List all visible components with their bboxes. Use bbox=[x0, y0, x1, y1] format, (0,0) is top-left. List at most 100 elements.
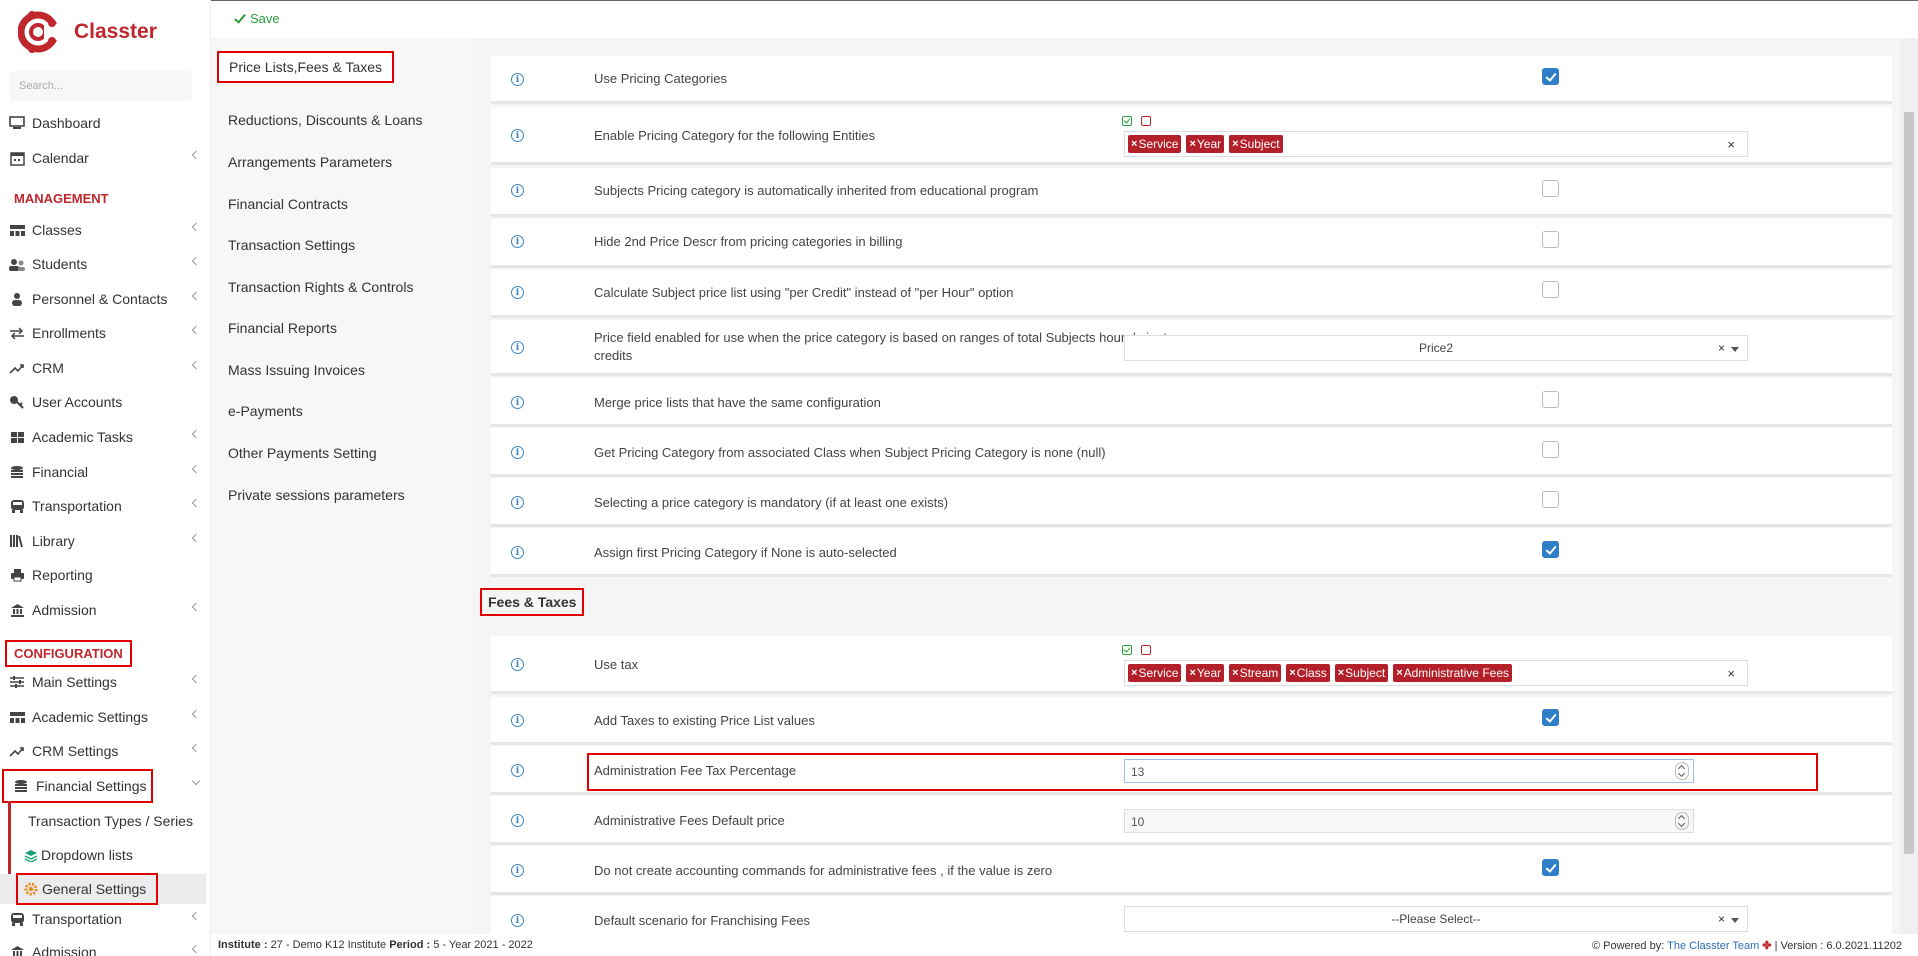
select-all-icon[interactable] bbox=[1122, 116, 1132, 126]
menu-item-mass-invoices[interactable]: Mass Issuing Invoices bbox=[228, 362, 365, 378]
search-box[interactable] bbox=[10, 71, 192, 101]
sidebar-item-library[interactable]: Library bbox=[0, 526, 210, 556]
scrollbar-thumb[interactable] bbox=[1904, 112, 1914, 854]
info-icon[interactable]: i bbox=[511, 714, 524, 727]
sidebar-item-crm-settings[interactable]: CRM Settings bbox=[0, 736, 210, 766]
sidebar-item-calendar[interactable]: Calendar bbox=[0, 143, 210, 173]
use-pricing-categories-checkbox[interactable] bbox=[1542, 68, 1559, 85]
info-icon[interactable]: i bbox=[511, 73, 524, 86]
use-tax-multiselect[interactable]: × Service × Year × Stream × Class × Subject ×… bbox=[1124, 660, 1748, 686]
sidebar-subitem-dropdown-lists[interactable]: Dropdown lists bbox=[0, 840, 206, 870]
get-from-class-checkbox[interactable] bbox=[1542, 441, 1559, 458]
info-icon[interactable]: i bbox=[511, 129, 524, 142]
admin-fee-default-input[interactable]: 10 bbox=[1124, 809, 1694, 833]
setting-row: i Price field enabled for use when the p… bbox=[491, 320, 1892, 376]
franchising-scenario-select[interactable]: --Please Select-- × bbox=[1124, 906, 1748, 932]
sidebar-item-main-settings[interactable]: Main Settings bbox=[0, 667, 210, 697]
info-icon[interactable]: i bbox=[511, 235, 524, 248]
sidebar-item-crm[interactable]: CRM bbox=[0, 353, 210, 383]
merge-price-lists-checkbox[interactable] bbox=[1542, 391, 1559, 408]
select-all-icon[interactable] bbox=[1122, 645, 1132, 655]
info-icon[interactable]: i bbox=[511, 658, 524, 671]
sidebar-item-user-accounts[interactable]: User Accounts bbox=[0, 387, 210, 417]
add-taxes-checkbox[interactable] bbox=[1542, 709, 1559, 726]
stepper-icon[interactable] bbox=[1675, 762, 1689, 780]
chevron-left-icon bbox=[191, 429, 201, 439]
tag-administrative-fees[interactable]: × Administrative Fees bbox=[1393, 664, 1512, 682]
sidebar-item-financial-settings[interactable]: Financial Settings bbox=[0, 769, 210, 803]
tag-class[interactable]: × Class bbox=[1286, 664, 1330, 682]
info-icon[interactable]: i bbox=[511, 914, 524, 927]
pricing-entities-multiselect[interactable]: × Service × Year × Subject × bbox=[1124, 131, 1748, 157]
deselect-all-icon[interactable] bbox=[1141, 645, 1151, 655]
info-icon[interactable]: i bbox=[511, 864, 524, 877]
sidebar-item-classes[interactable]: Classes bbox=[0, 215, 210, 245]
sidebar-item-label: Financial Settings bbox=[36, 778, 147, 794]
tag-service[interactable]: × Service bbox=[1128, 135, 1182, 153]
sidebar-item-academic-settings[interactable]: Academic Settings bbox=[0, 702, 210, 732]
sidebar-subitem-transaction-types[interactable]: Transaction Types / Series bbox=[0, 806, 206, 836]
info-icon[interactable]: i bbox=[511, 446, 524, 459]
logo[interactable]: Classter bbox=[18, 10, 157, 54]
info-icon[interactable]: i bbox=[511, 184, 524, 197]
sidebar-item-dashboard[interactable]: Dashboard bbox=[0, 108, 210, 138]
info-icon[interactable]: i bbox=[511, 341, 524, 354]
menu-item-transaction-settings[interactable]: Transaction Settings bbox=[228, 237, 355, 253]
tag-service[interactable]: × Service bbox=[1128, 664, 1182, 682]
stepper-icon[interactable] bbox=[1675, 812, 1689, 830]
menu-item-price-lists[interactable]: Price Lists,Fees & Taxes bbox=[216, 51, 395, 83]
sidebar-item-admission-2[interactable]: Admission bbox=[0, 937, 210, 956]
sidebar-item-academic-tasks[interactable]: Academic Tasks bbox=[0, 422, 210, 452]
info-icon[interactable]: i bbox=[511, 286, 524, 299]
tag-subject[interactable]: × Subject bbox=[1229, 135, 1283, 153]
no-accounting-checkbox[interactable] bbox=[1542, 859, 1559, 876]
sidebar-item-admission[interactable]: Admission bbox=[0, 595, 210, 625]
tag-subject[interactable]: × Subject bbox=[1334, 664, 1389, 682]
sidebar-item-label: User Accounts bbox=[32, 394, 123, 410]
menu-item-e-payments[interactable]: e-Payments bbox=[228, 403, 303, 419]
menu-item-other-payments[interactable]: Other Payments Setting bbox=[228, 445, 377, 461]
menu-item-reductions[interactable]: Reductions, Discounts & Loans bbox=[228, 112, 423, 128]
classter-logo-icon bbox=[18, 11, 58, 53]
search-input[interactable] bbox=[19, 80, 179, 92]
setting-row: i Hide 2nd Price Descr from pricing cate… bbox=[491, 219, 1892, 268]
clear-icon[interactable]: × bbox=[1718, 912, 1725, 926]
sidebar-item-financial[interactable]: Financial bbox=[0, 457, 210, 487]
menu-item-private-sessions[interactable]: Private sessions parameters bbox=[228, 487, 405, 503]
admin-fee-tax-input[interactable]: 13 bbox=[1124, 759, 1694, 783]
save-button[interactable]: Save bbox=[234, 10, 280, 26]
menu-item-transaction-rights[interactable]: Transaction Rights & Controls bbox=[228, 279, 413, 295]
info-icon[interactable]: i bbox=[511, 764, 524, 777]
menu-item-financial-contracts[interactable]: Financial Contracts bbox=[228, 196, 348, 212]
sidebar-subitem-general-settings[interactable]: General Settings bbox=[0, 873, 206, 905]
info-icon[interactable]: i bbox=[511, 814, 524, 827]
tag-stream[interactable]: × Stream bbox=[1229, 664, 1282, 682]
deselect-all-icon[interactable] bbox=[1141, 116, 1151, 126]
price-field-select[interactable]: Price2 × bbox=[1124, 335, 1748, 361]
crm-icon bbox=[8, 360, 26, 376]
clear-icon[interactable]: × bbox=[1727, 666, 1735, 681]
mandatory-checkbox[interactable] bbox=[1542, 491, 1559, 508]
sidebar-item-enrollments[interactable]: Enrollments bbox=[0, 318, 210, 348]
subjects-inherited-checkbox[interactable] bbox=[1542, 180, 1559, 197]
clear-icon[interactable]: × bbox=[1718, 341, 1725, 355]
scrollbar[interactable] bbox=[1900, 38, 1918, 934]
info-icon[interactable]: i bbox=[511, 396, 524, 409]
tag-year[interactable]: × Year bbox=[1186, 664, 1225, 682]
sidebar-item-transportation-2[interactable]: Transportation bbox=[0, 904, 210, 934]
sidebar-item-label: CRM Settings bbox=[32, 743, 119, 759]
hide-2nd-price-checkbox[interactable] bbox=[1542, 231, 1559, 248]
classter-team-link[interactable]: The Classter Team bbox=[1667, 940, 1759, 952]
sidebar-item-transportation[interactable]: Transportation bbox=[0, 491, 210, 521]
clear-icon[interactable]: × bbox=[1727, 137, 1735, 152]
sidebar-item-reporting[interactable]: Reporting bbox=[0, 560, 210, 590]
tag-year[interactable]: × Year bbox=[1186, 135, 1225, 153]
assign-first-checkbox[interactable] bbox=[1542, 541, 1559, 558]
per-credit-checkbox[interactable] bbox=[1542, 281, 1559, 298]
sidebar-item-students[interactable]: Students bbox=[0, 249, 210, 279]
menu-item-arrangements[interactable]: Arrangements Parameters bbox=[228, 154, 392, 170]
sidebar-item-personnel[interactable]: Personnel & Contacts bbox=[0, 284, 210, 314]
info-icon[interactable]: i bbox=[511, 546, 524, 559]
menu-item-financial-reports[interactable]: Financial Reports bbox=[228, 320, 337, 336]
info-icon[interactable]: i bbox=[511, 496, 524, 509]
